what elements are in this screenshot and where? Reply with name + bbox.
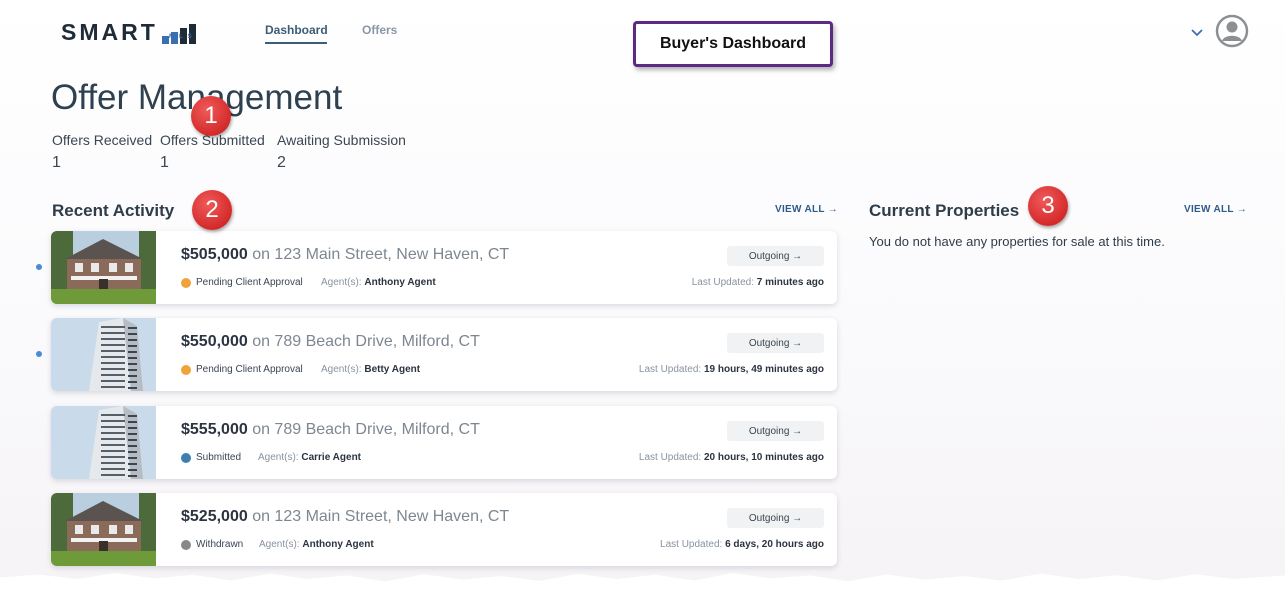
logo-sub-text: MLS [169,34,197,40]
agent-label: Agent(s): [321,277,362,288]
property-thumbnail [51,231,156,304]
agent-name: Anthony Agent [302,539,374,550]
active-tab-indicator [265,42,327,44]
last-updated-value: 20 hours, 10 minutes ago [703,452,824,463]
offer-status: Withdrawn [196,539,244,550]
property-address: on 123 Main Street, New Haven, CT [252,508,510,525]
recent-activity-view-all-link[interactable]: VIEW ALL → [775,204,838,215]
agent-label: Agent(s): [258,452,299,463]
unread-indicator-dot [36,264,42,270]
torn-edge-decoration [0,573,1285,594]
chevron-down-icon[interactable] [1189,24,1205,40]
property-address: on 789 Beach Drive, Milford, CT [252,333,480,350]
status-dot-icon [181,278,191,288]
offer-status: Submitted [196,452,242,463]
tab-offers[interactable]: Offers [362,23,397,37]
status-dot-icon [181,365,191,375]
offer-status: Pending Client Approval [196,277,303,288]
agent-label: Agent(s): [321,364,362,375]
last-updated: Last Updated: 19 hours, 49 minutes ago [639,364,824,375]
property-thumbnail [51,493,156,566]
offer-price: $525,000 [181,508,248,525]
annotation-badge-3: 3 [1028,186,1068,226]
last-updated-label: Last Updated: [660,539,723,550]
activity-card[interactable]: $550,000 on 789 Beach Drive, Milford, CT… [51,318,837,391]
offer-price-line: $550,000 on 789 Beach Drive, Milford, CT [181,333,480,351]
stat-label-awaiting-submission: Awaiting Submission [277,132,406,148]
property-thumbnail [51,406,156,479]
agent-info: Agent(s): Carrie Agent [258,452,361,463]
offer-price: $555,000 [181,421,248,438]
property-thumbnail [51,318,156,391]
property-address: on 123 Main Street, New Haven, CT [252,246,510,263]
stat-value-awaiting-submission: 2 [277,154,286,171]
recent-activity-title: Recent Activity [52,201,175,220]
stat-label-offers-received: Offers Received [52,132,153,148]
status-dot-icon [181,540,191,550]
tab-dashboard[interactable]: Dashboard [265,23,328,37]
logo-text: SMART [61,19,158,45]
offer-price: $550,000 [181,333,248,350]
user-avatar-icon[interactable] [1215,14,1249,48]
agent-name: Carrie Agent [301,452,362,463]
outgoing-badge[interactable]: Outgoing → [727,333,824,353]
last-updated: Last Updated: 20 hours, 10 minutes ago [639,452,824,463]
last-updated: Last Updated: 7 minutes ago [692,277,824,288]
annotation-badge-1: 1 [191,96,231,136]
offer-price-line: $525,000 on 123 Main Street, New Haven, … [181,508,509,526]
current-properties-view-all-link[interactable]: VIEW ALL → [1184,204,1247,215]
last-updated-label: Last Updated: [638,364,702,375]
unread-indicator-dot [36,351,42,357]
smartmls-logo[interactable]: SMART MLS [61,20,196,44]
property-address: on 789 Beach Drive, Milford, CT [252,421,480,438]
last-updated-value: 6 days, 20 hours ago [725,539,824,550]
offer-status: Pending Client Approval [196,364,303,375]
outgoing-badge[interactable]: Outgoing → [727,246,824,266]
annotation-badge-2: 2 [192,190,232,230]
outgoing-badge[interactable]: Outgoing → [727,508,824,528]
last-updated-value: 19 hours, 49 minutes ago [703,364,824,375]
activity-card[interactable]: $505,000 on 123 Main Street, New Haven, … [51,231,837,304]
no-properties-message: You do not have any properties for sale … [869,234,1165,249]
last-updated-label: Last Updated: [638,452,702,463]
agent-info: Agent(s): Anthony Agent [321,277,436,288]
agent-info: Agent(s): Anthony Agent [259,539,374,550]
agent-info: Agent(s): Betty Agent [321,364,420,375]
offer-price-line: $555,000 on 789 Beach Drive, Milford, CT [181,421,480,439]
current-properties-title: Current Properties [869,201,1020,220]
stat-value-offers-received: 1 [52,154,61,171]
last-updated-label: Last Updated: [691,277,754,288]
last-updated: Last Updated: 6 days, 20 hours ago [660,539,824,550]
agent-name: Betty Agent [364,364,421,375]
buyers-dashboard-callout: Buyer's Dashboard [633,21,833,67]
last-updated-value: 7 minutes ago [756,277,824,288]
activity-card[interactable]: $525,000 on 123 Main Street, New Haven, … [51,493,837,566]
stat-value-offers-submitted: 1 [160,154,169,171]
activity-card[interactable]: $555,000 on 789 Beach Drive, Milford, CT… [51,406,837,479]
outgoing-badge[interactable]: Outgoing → [727,421,824,441]
agent-name: Anthony Agent [364,277,436,288]
offer-price-line: $505,000 on 123 Main Street, New Haven, … [181,246,509,264]
status-dot-icon [181,453,191,463]
agent-label: Agent(s): [259,539,300,550]
offer-price: $505,000 [181,246,248,263]
